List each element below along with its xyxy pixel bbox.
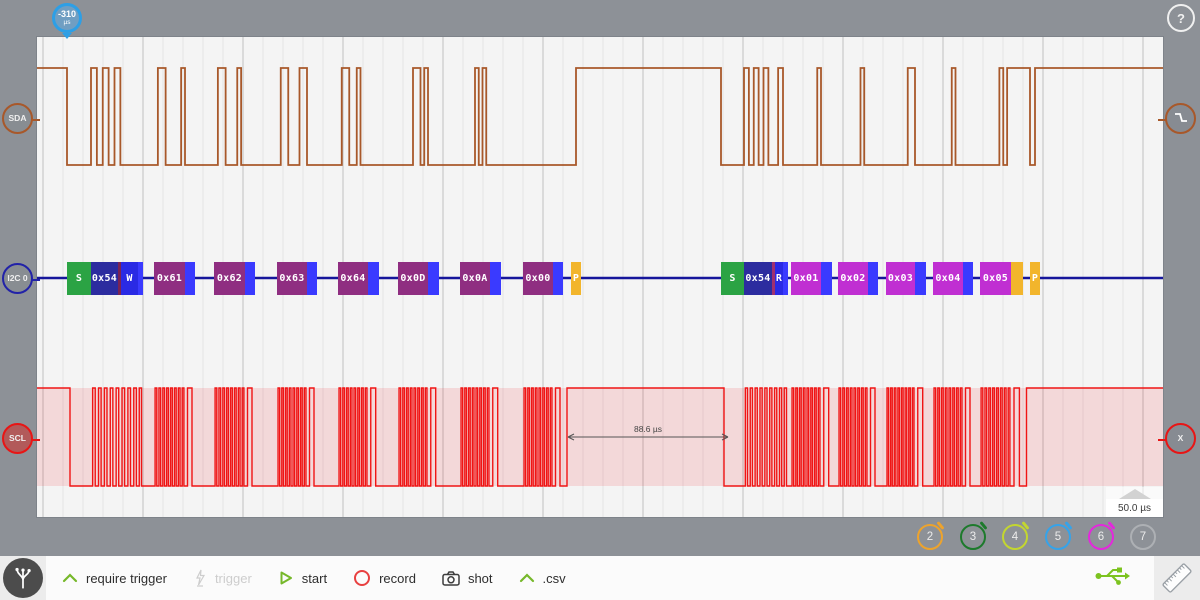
toolbar-right (1094, 556, 1200, 600)
toolbar: require trigger trigger start record shot .cs… (0, 556, 1200, 600)
chevron-up-icon (1119, 489, 1151, 499)
channel-connector (1158, 119, 1167, 121)
channel-label-i2c0[interactable]: I2C 0 (2, 263, 33, 294)
timebase-widget[interactable]: 50.0 µs (1106, 487, 1163, 517)
usb-device-icon[interactable] (1094, 565, 1132, 592)
workspace-tabs: 234567 (0, 517, 1163, 556)
workspace-tab-7[interactable]: 7 (1130, 524, 1156, 550)
toolbar-items: require trigger trigger start record shot .cs… (62, 569, 592, 587)
measurement-label: 88.6 µs (634, 424, 662, 434)
timebase-label: 50.0 µs (1106, 499, 1163, 517)
tab-tail (979, 521, 987, 530)
channel-label-sda[interactable]: SDA (2, 103, 33, 134)
workspace-tab-2[interactable]: 2 (917, 524, 943, 550)
sda-trace (37, 68, 1163, 165)
toolbar-start-button[interactable]: start (278, 570, 327, 586)
channel-connector (1158, 439, 1167, 441)
workspace-tab-6[interactable]: 6 (1088, 524, 1114, 550)
falling-edge-icon (1172, 109, 1190, 127)
timebase-collapse-handle[interactable] (1106, 487, 1163, 499)
toolbar-record-button[interactable]: record (353, 569, 416, 587)
camera-icon (442, 571, 460, 586)
waveform-viewport[interactable]: 88.6 µs S0x54W0x610x620x630x640x0D0x0A0x… (37, 37, 1163, 517)
toolbar-require-trigger-button[interactable]: require trigger (62, 571, 167, 586)
channel-connector (31, 119, 40, 121)
trigger-position-marker[interactable]: -310 µs (52, 3, 82, 33)
sda-trigger-button[interactable] (1165, 103, 1196, 134)
lightning-icon (193, 569, 207, 587)
channel-label-scl[interactable]: SCL (2, 423, 33, 454)
toolbar-csv-label: .csv (543, 571, 566, 586)
tab-tail (1021, 521, 1029, 530)
channel-connector (31, 279, 40, 281)
toolbar-trigger-button[interactable]: trigger (193, 569, 252, 587)
record-icon (353, 569, 371, 587)
logic-analyzer-app: 88.6 µs S0x54W0x610x620x630x640x0D0x0A0x… (0, 0, 1200, 600)
toolbar-record-label: record (379, 571, 416, 586)
ruler-tool-box (1154, 556, 1200, 600)
workspace-tab-3[interactable]: 3 (960, 524, 986, 550)
chevron-up-icon (519, 572, 535, 584)
logo-box (0, 556, 46, 600)
toolbar-trigger-label: trigger (215, 571, 252, 586)
marker-value: -310 (58, 10, 76, 19)
tab-tail (1107, 521, 1115, 530)
tab-tail (936, 521, 944, 530)
help-button[interactable]: ? (1167, 4, 1195, 32)
waveform-svg: 88.6 µs (37, 37, 1163, 517)
play-icon (278, 570, 294, 586)
tab-tail (1064, 521, 1072, 530)
toolbar-csv-button[interactable]: .csv (519, 571, 566, 586)
chevron-up-icon (62, 572, 78, 584)
marker-pointer (62, 33, 72, 39)
scl-trigger-button[interactable]: X (1165, 423, 1196, 454)
toolbar-require-trigger-label: require trigger (86, 571, 167, 586)
toolbar-shot-label: shot (468, 571, 493, 586)
toolbar-shot-button[interactable]: shot (442, 571, 493, 586)
app-logo-icon[interactable] (3, 558, 43, 598)
ruler-icon[interactable] (1157, 558, 1197, 598)
channel-connector (31, 439, 40, 441)
workspace-tab-5[interactable]: 5 (1045, 524, 1071, 550)
toolbar-start-label: start (302, 571, 327, 586)
workspace-tab-4[interactable]: 4 (1002, 524, 1028, 550)
marker-unit: µs (64, 20, 71, 27)
